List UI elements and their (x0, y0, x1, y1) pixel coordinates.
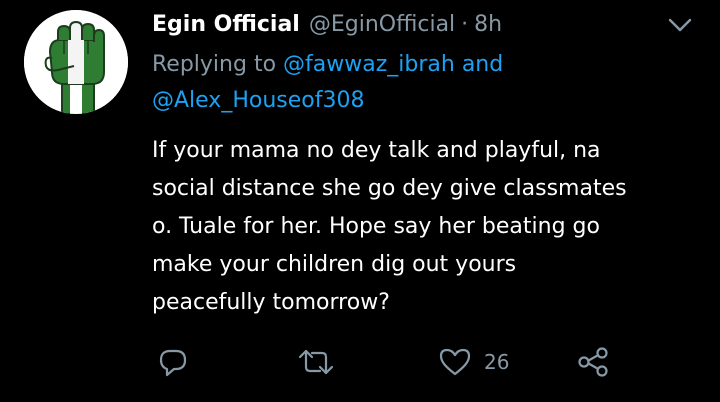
chevron-down-icon[interactable] (664, 12, 696, 38)
tweet-header: Egin Official @EginOfficial · 8h (152, 4, 502, 44)
raised-fist-icon (24, 10, 128, 114)
tweet-body-line: peacefully tomorrow? (152, 290, 390, 315)
heart-icon (439, 348, 471, 376)
timestamp[interactable]: 8h (474, 12, 502, 37)
tweet-body-line: make your children dig out yours (152, 252, 517, 277)
replying-to-line-2: @Alex_Houseof308 (152, 84, 364, 118)
author-name[interactable]: Egin Official (152, 12, 300, 37)
tweet-actions: 26 (0, 340, 720, 384)
replying-to-label: Replying to (152, 52, 277, 77)
share-button[interactable] (576, 340, 610, 384)
like-button[interactable]: 26 (438, 340, 509, 384)
retweet-arrows-icon (298, 349, 334, 375)
share-nodes-icon (578, 347, 608, 377)
reply-button[interactable] (156, 340, 190, 384)
tweet-body-line: o. Tuale for her. Hope say her beating g… (152, 214, 600, 239)
mention-link-2[interactable]: @Alex_Houseof308 (152, 88, 364, 113)
separator-dot: · (461, 11, 469, 37)
and-word: and (461, 52, 504, 77)
replying-to-line: Replying to @fawwaz_ibrah and (152, 48, 503, 82)
tweet[interactable]: Egin Official @EginOfficial · 8h Replyin… (0, 0, 720, 402)
like-count: 26 (484, 350, 510, 374)
reply-bubble-icon (159, 349, 187, 377)
tweet-body: If your mama no dey talk and playful, na… (152, 132, 712, 322)
tweet-body-line: social distance she go dey give classmat… (152, 176, 627, 201)
avatar[interactable] (24, 10, 128, 114)
mention-link-1[interactable]: @fawwaz_ibrah (283, 52, 455, 77)
author-handle[interactable]: @EginOfficial (309, 12, 455, 37)
tweet-body-line: If your mama no dey talk and playful, na (152, 138, 601, 163)
retweet-button[interactable] (296, 340, 336, 384)
